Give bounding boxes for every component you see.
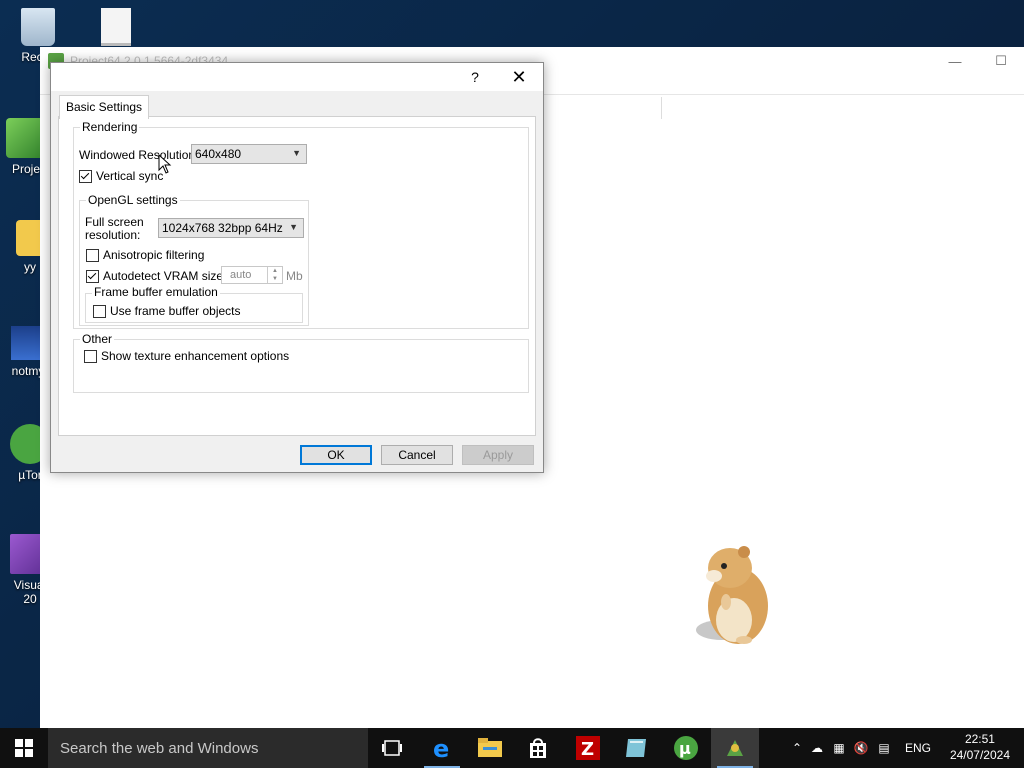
autodetect-vram-check-icon bbox=[86, 269, 99, 283]
svg-text:Z: Z bbox=[581, 739, 594, 760]
column-divider bbox=[661, 97, 662, 119]
texture-enhancement-label: Show texture enhancement options bbox=[101, 349, 290, 363]
svg-text:e: e bbox=[433, 736, 449, 760]
volume-muted-icon[interactable]: 🔇 bbox=[850, 741, 872, 755]
store-icon[interactable] bbox=[514, 728, 562, 768]
other-group-label: Other bbox=[80, 332, 115, 346]
ok-button[interactable]: OK bbox=[300, 445, 372, 465]
filezilla-icon[interactable]: Z bbox=[564, 728, 612, 768]
clock-date: 24/07/2024 bbox=[949, 748, 1010, 762]
tab-basic-settings[interactable]: Basic Settings bbox=[59, 95, 150, 119]
start-button[interactable] bbox=[0, 728, 48, 768]
minimize-button[interactable]: — bbox=[932, 47, 978, 75]
vertical-sync-checkbox[interactable]: Vertical sync bbox=[79, 169, 163, 183]
close-button[interactable]: ✕ bbox=[497, 63, 541, 91]
vertical-sync-label: Vertical sync bbox=[96, 169, 164, 183]
document-icon[interactable] bbox=[76, 8, 156, 50]
rendering-group-label: Rendering bbox=[80, 120, 140, 134]
framebuffer-check-icon bbox=[93, 304, 106, 318]
anisotropic-check-icon bbox=[86, 248, 99, 262]
action-center-icon[interactable]: ▤ bbox=[872, 741, 896, 755]
windowed-resolution-value: 640x480 bbox=[195, 147, 242, 161]
chevron-down-icon: ▼ bbox=[292, 148, 301, 158]
hamster-image bbox=[696, 546, 768, 644]
opengl-group-label: OpenGL settings bbox=[86, 193, 180, 207]
fullscreen-resolution-label: Full screen resolution: bbox=[85, 216, 144, 242]
vertical-sync-check-icon bbox=[79, 169, 92, 183]
system-tray: ⌃ ☁ ▦ 🔇 ▤ ENG bbox=[788, 728, 936, 768]
texture-enhancement-checkbox[interactable]: Show texture enhancement options bbox=[84, 349, 289, 363]
utorrent-icon[interactable]: µ bbox=[662, 728, 710, 768]
plugin-settings-dialog: ? ✕ Basic Settings Rendering Windowed Re… bbox=[50, 62, 544, 473]
autodetect-vram-checkbox[interactable]: Autodetect VRAM size bbox=[86, 269, 223, 283]
autodetect-vram-label: Autodetect VRAM size bbox=[103, 269, 224, 283]
cancel-button[interactable]: Cancel bbox=[381, 445, 453, 465]
vram-size-value: auto bbox=[230, 269, 252, 281]
help-button[interactable]: ? bbox=[453, 63, 497, 91]
project64-taskbar-icon[interactable] bbox=[711, 728, 759, 768]
basic-settings-panel: Rendering Windowed Resolution 640x480 ▼ … bbox=[58, 116, 536, 436]
language-indicator[interactable]: ENG bbox=[900, 741, 936, 755]
task-view-icon[interactable] bbox=[368, 728, 416, 768]
vram-unit-label: Mb bbox=[286, 269, 303, 283]
file-explorer-icon[interactable] bbox=[466, 728, 514, 768]
network-icon[interactable]: ▦ bbox=[828, 741, 850, 755]
clock-time: 22:51 bbox=[964, 732, 995, 746]
taskbar: Search the web and Windows e Z µ ⌃ ☁ ▦ 🔇… bbox=[0, 728, 1024, 768]
clock[interactable]: 22:51 24/07/2024 bbox=[950, 731, 1010, 763]
anisotropic-filtering-checkbox[interactable]: Anisotropic filtering bbox=[86, 248, 204, 262]
vram-size-spinner[interactable]: auto ▲ ▼ bbox=[221, 266, 283, 284]
chevron-down-icon: ▼ bbox=[289, 222, 298, 232]
notepad-app-icon[interactable] bbox=[612, 728, 660, 768]
windowed-resolution-label: Windowed Resolution bbox=[79, 148, 196, 162]
fullscreen-label-line2: resolution: bbox=[85, 228, 141, 242]
framebuffer-objects-checkbox[interactable]: Use frame buffer objects bbox=[93, 304, 241, 318]
svg-text:µ: µ bbox=[679, 739, 691, 758]
anisotropic-label: Anisotropic filtering bbox=[103, 248, 205, 262]
fullscreen-resolution-value: 1024x768 32bpp 64Hz bbox=[162, 221, 283, 235]
spinner-arrows-icon[interactable]: ▲ ▼ bbox=[267, 267, 282, 283]
chevron-up-icon[interactable]: ⌃ bbox=[788, 741, 806, 755]
onedrive-cloud-icon[interactable]: ☁ bbox=[806, 741, 828, 755]
apply-button[interactable]: Apply bbox=[462, 445, 534, 465]
dialog-titlebar: ? ✕ bbox=[51, 63, 543, 91]
framebuffer-objects-label: Use frame buffer objects bbox=[110, 304, 241, 318]
maximize-button[interactable]: ☐ bbox=[978, 47, 1024, 75]
edge-icon[interactable]: e bbox=[418, 728, 466, 768]
windowed-resolution-select[interactable]: 640x480 ▼ bbox=[191, 144, 307, 164]
windows-logo-icon bbox=[15, 739, 33, 757]
other-group: Other bbox=[73, 332, 529, 393]
framebuffer-group-label: Frame buffer emulation bbox=[92, 285, 220, 299]
fullscreen-resolution-select[interactable]: 1024x768 32bpp 64Hz ▼ bbox=[158, 218, 304, 238]
texture-enhancement-check-icon bbox=[84, 349, 97, 363]
taskbar-search-box[interactable]: Search the web and Windows bbox=[48, 728, 368, 768]
